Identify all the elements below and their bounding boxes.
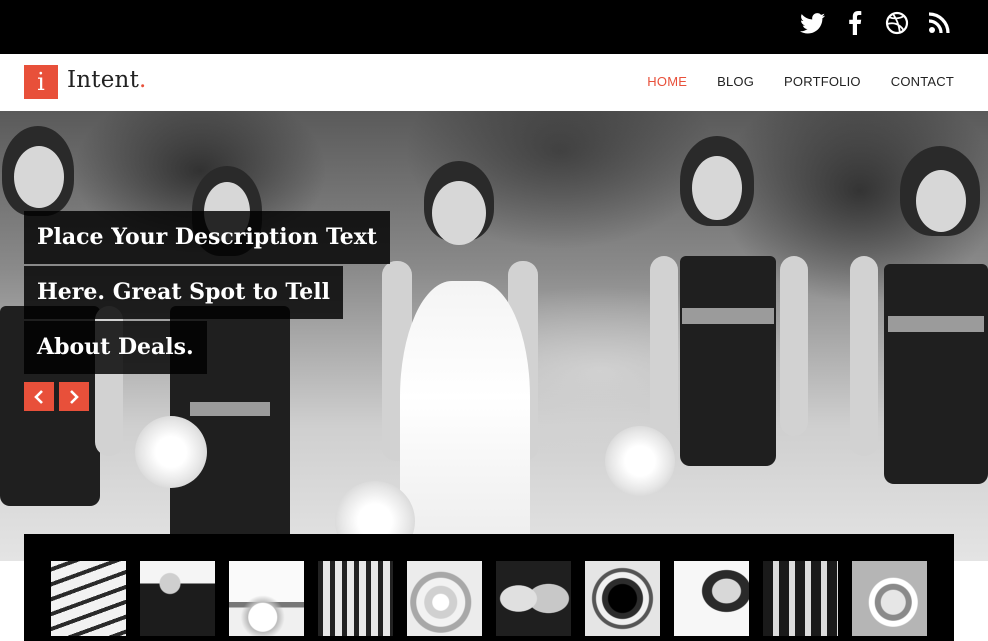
chevron-right-icon [70, 389, 79, 404]
chevron-left-icon [34, 389, 43, 404]
groomsmen-thumbnail[interactable] [763, 561, 838, 636]
facebook-icon[interactable] [842, 10, 868, 36]
brand-name: Intent [67, 67, 140, 93]
caption-line: Place Your Description Text [24, 211, 391, 264]
rss-icon[interactable] [926, 10, 952, 36]
top-social-bar [0, 0, 988, 54]
thumbnail-strip [24, 534, 954, 641]
twitter-icon[interactable] [800, 10, 826, 36]
site-logo[interactable]: Intent. [67, 67, 147, 93]
brand-dot: . [139, 67, 147, 93]
nav-item-home[interactable]: HOME [647, 74, 687, 89]
ring-closeup-thumbnail[interactable] [852, 561, 927, 636]
nav-item-portfolio[interactable]: PORTFOLIO [784, 74, 861, 89]
man-sitting-thumbnail[interactable] [140, 561, 215, 636]
next-slide-button[interactable] [59, 382, 89, 411]
prev-slide-button[interactable] [24, 382, 54, 411]
nav-item-contact[interactable]: CONTACT [891, 74, 954, 89]
social-links [800, 10, 952, 36]
wedding-party-thumbnail[interactable] [318, 561, 393, 636]
hero-slider: Place Your Description Text Here. Great … [0, 111, 988, 561]
couple-thumbnail[interactable] [496, 561, 571, 636]
flowers-thumbnail[interactable] [229, 561, 304, 636]
main-nav: HOME BLOG PORTFOLIO CONTACT [617, 74, 954, 89]
caption-line: Here. Great Spot to Tell [24, 266, 343, 319]
nav-item-blog[interactable]: BLOG [717, 74, 754, 89]
logo-mark[interactable]: i [24, 65, 58, 99]
caption-line: About Deals. [24, 321, 207, 374]
rose-thumbnail[interactable] [407, 561, 482, 636]
bride-portrait-thumbnail[interactable] [674, 561, 749, 636]
slide-caption: Place Your Description Text Here. Great … [24, 211, 391, 376]
keyboard-thumbnail[interactable] [51, 561, 126, 636]
dribbble-icon[interactable] [884, 10, 910, 36]
slider-controls [24, 382, 89, 411]
rings-thumbnail[interactable] [585, 561, 660, 636]
